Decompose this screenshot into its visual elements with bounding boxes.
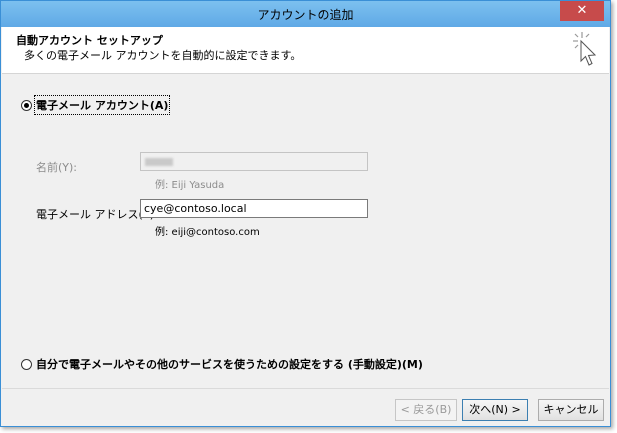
header-title: 自動アカウント セットアップ (16, 34, 163, 47)
manual-setup-option[interactable]: 自分で電子メールやその他のサービスを使うための設定をする (手動設定)(M) (21, 356, 423, 372)
name-example: 例: Eiji Yasuda (155, 180, 225, 191)
cancel-button[interactable]: キャンセル (538, 399, 604, 421)
email-account-radio[interactable] (21, 99, 32, 111)
email-account-option[interactable]: 電子メール アカウント(A) (21, 95, 171, 115)
footer-divider (2, 388, 609, 389)
add-account-dialog: アカウントの追加 ✕ 自動アカウント セットアップ 多くの電子メール アカウント… (0, 0, 611, 427)
header-description: 多くの電子メール アカウントを自動的に設定できます。 (24, 49, 302, 62)
next-button[interactable]: 次へ(N) > (462, 399, 528, 421)
wizard-cursor-icon (573, 32, 597, 66)
back-button[interactable]: < 戻る(B) (395, 399, 457, 421)
email-account-label: 電子メール アカウント(A) (33, 95, 171, 115)
window-title: アカウントの追加 (257, 8, 354, 22)
title-bar[interactable]: アカウントの追加 ✕ (1, 1, 610, 27)
wizard-header: 自動アカウント セットアップ 多くの電子メール アカウントを自動的に設定できます… (2, 27, 609, 74)
manual-setup-label: 自分で電子メールやその他のサービスを使うための設定をする (手動設定)(M) (36, 358, 423, 371)
manual-setup-radio[interactable] (21, 358, 32, 370)
email-example: 例: eiji@contoso.com (155, 227, 260, 238)
close-button[interactable]: ✕ (560, 1, 604, 21)
redacted-name (145, 158, 173, 166)
email-field[interactable]: cye@contoso.local (140, 199, 368, 218)
name-field (140, 152, 368, 171)
name-label: 名前(Y): (36, 161, 78, 174)
